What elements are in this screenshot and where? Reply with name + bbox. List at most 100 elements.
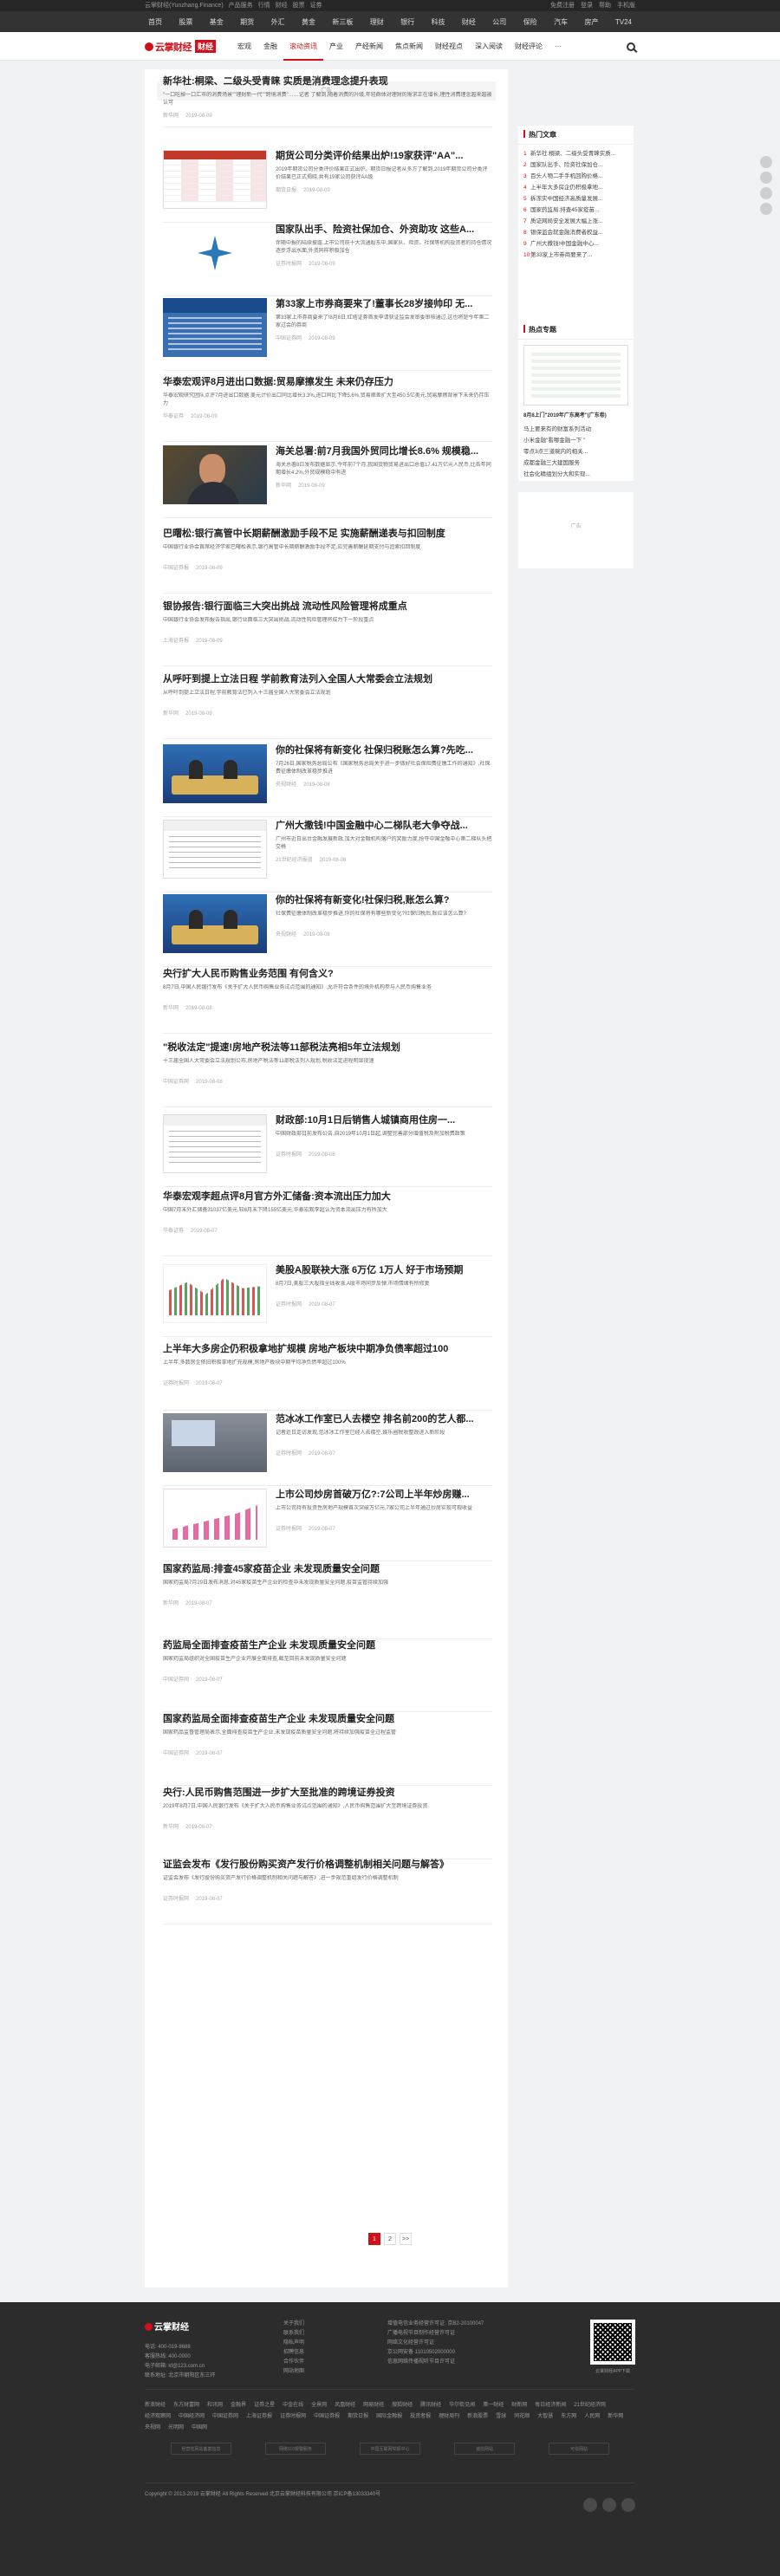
friend-link[interactable]: 大智慧 (537, 2411, 553, 2423)
friend-link[interactable]: 搜狐财经 (392, 2400, 413, 2411)
nav-tab[interactable]: 金融 (257, 32, 283, 61)
channel-link[interactable]: 期货 (240, 17, 254, 27)
friend-link[interactable]: 21世纪经济网 (574, 2400, 606, 2411)
trust-badge[interactable]: 经营性网站备案信息 (171, 2443, 231, 2455)
article-title[interactable]: 央行:人民币购售范围进一步扩大至批准的跨境证券投资 (163, 1787, 492, 1799)
topbar-account-link[interactable]: 手机版 (617, 3, 635, 9)
channel-link[interactable]: 理财 (370, 17, 384, 27)
friend-link[interactable]: 上海证券报 (246, 2411, 272, 2423)
article-title[interactable]: 华泰宏观李超点评8月官方外汇储备:资本流出压力加大 (163, 1191, 492, 1203)
nav-tab[interactable]: 产业 (323, 32, 349, 61)
channel-link[interactable]: 房产 (584, 17, 598, 27)
friend-link[interactable]: 证券之星 (254, 2400, 275, 2411)
article-title[interactable]: 财政部:10月1日后销售人城镇商用住房一... (276, 1114, 492, 1126)
friend-link[interactable]: 国际金融报 (376, 2411, 402, 2423)
search-icon[interactable] (627, 42, 635, 51)
footer-link[interactable]: 隐私声明 (283, 2339, 361, 2348)
friend-link[interactable]: 中国证券报 (314, 2411, 340, 2423)
footer-link[interactable]: 关于我们 (283, 2320, 361, 2329)
friend-link[interactable]: 人民网 (584, 2411, 600, 2423)
article-thumbnail[interactable] (163, 1413, 267, 1472)
nav-tab[interactable]: 深入阅读 (469, 32, 509, 61)
article-thumbnail[interactable] (163, 1114, 267, 1173)
friend-link[interactable]: 网易财经 (363, 2400, 384, 2411)
article-title[interactable]: 新华社:桐梁、二级头受青睐 实质是消费理念提升表现 (163, 75, 492, 88)
channel-link[interactable]: 财经 (462, 17, 476, 27)
friend-link[interactable]: 凤凰财经 (335, 2400, 355, 2411)
friend-link[interactable]: 雪球 (496, 2411, 506, 2423)
hot-article-item[interactable]: 6 国家药监局:排查45家疫苗... (523, 204, 628, 216)
topic-list-item[interactable]: 成都金融三大建国服务 (523, 457, 628, 469)
hot-article-item[interactable]: 2 国家队出手、险资社保加仓... (523, 159, 628, 171)
topbar-link[interactable]: 云掌财经(Yunzhang.Finance) (145, 3, 224, 9)
friend-link[interactable]: 金融界 (231, 2400, 246, 2411)
friend-link[interactable]: 全景网 (311, 2400, 327, 2411)
article-title[interactable]: 期货公司分类评价结果出炉!19家获评"AA"... (276, 150, 492, 162)
article-title[interactable]: "税收法定"提速!房地产税法等11部税法亮相5年立法规划 (163, 1041, 492, 1054)
friend-link[interactable]: 腾讯财经 (420, 2400, 441, 2411)
article-title[interactable]: 范冰冰工作室已人去楼空 排名前200的艺人都... (276, 1413, 492, 1425)
channel-link[interactable]: 首页 (148, 17, 162, 27)
friend-link[interactable]: 中国证券网 (212, 2411, 238, 2423)
topbar-account-link[interactable]: 帮助 (599, 3, 611, 9)
channel-link[interactable]: 公司 (492, 17, 506, 27)
friend-link[interactable]: 同花顺 (514, 2411, 530, 2423)
article-thumbnail[interactable] (163, 298, 267, 357)
qq-icon[interactable] (621, 2498, 635, 2512)
friend-link[interactable]: 中国经济网 (179, 2411, 205, 2423)
article-thumbnail[interactable] (163, 150, 267, 209)
nav-tab[interactable]: 宏观 (231, 32, 257, 61)
back-to-top-icon[interactable] (760, 203, 772, 215)
nav-tab[interactable]: 财经视点 (429, 32, 469, 61)
article-thumbnail[interactable] (163, 744, 267, 803)
channel-link[interactable]: 股票 (179, 17, 192, 27)
friend-link[interactable]: 证券时报网 (280, 2411, 306, 2423)
hot-article-item[interactable]: 9 广州大撒钱!中国金融中心... (523, 238, 628, 250)
article-title[interactable]: 海关总署:前7月我国外贸同比增长8.6% 规模稳... (276, 445, 492, 457)
article-title[interactable]: 银协报告:银行面临三大突出挑战 流动性风险管理将成重点 (163, 600, 492, 613)
topic-list-item[interactable]: 马上要来有的财富系列活动 (523, 424, 628, 435)
article-thumbnail[interactable] (163, 894, 267, 953)
site-logo[interactable]: 云掌财经 财经 (145, 38, 217, 55)
friend-link[interactable]: 财新网 (511, 2400, 527, 2411)
channel-link[interactable]: 黄金 (302, 17, 315, 27)
share-icon[interactable] (760, 156, 772, 168)
friend-link[interactable]: 华尔街见闻 (449, 2400, 475, 2411)
topbar-link[interactable]: 行情 (258, 3, 270, 9)
topic-caption[interactable]: 8月8上门"2019年广东高考"(广东卷) (518, 411, 634, 420)
friend-link[interactable]: 理财周刊 (439, 2411, 459, 2423)
trust-badge[interactable]: 可信网站 (549, 2443, 609, 2455)
topic-list-item[interactable]: 小米金融"看哪金融一下 " (523, 435, 628, 446)
friend-link[interactable]: 央视网 (145, 2423, 160, 2434)
hot-article-item[interactable]: 8 银保监会就金融消费者权益... (523, 227, 628, 238)
article-title[interactable]: 上市公司炒房首破万亿?:7公司上半年炒房赚... (276, 1489, 492, 1501)
article-title[interactable]: 国家药监局:排查45家疫苗企业 未发现质量安全问题 (163, 1563, 492, 1575)
nav-tab[interactable]: 产经新闻 (349, 32, 389, 61)
channel-link[interactable]: 外汇 (271, 17, 285, 27)
article-title[interactable]: 药监局全面排查疫苗生产企业 未发现质量安全问题 (163, 1639, 492, 1651)
article-title[interactable]: 证监会发布《发行股份购买资产发行价格调整机制相关问题与解答》 (163, 1859, 492, 1871)
article-thumbnail[interactable] (163, 224, 267, 282)
hot-article-item[interactable]: 10第33家上市券商要来了... (523, 250, 628, 261)
channel-link[interactable]: TV24 (615, 18, 632, 26)
article-title[interactable]: 第33家上市券商要来了!董事长28岁接帅印 无... (276, 298, 492, 310)
nav-tab[interactable]: 财经评论 (509, 32, 549, 61)
channel-link[interactable]: 科技 (432, 17, 445, 27)
topbar-link[interactable]: 财经 (276, 3, 288, 9)
article-title[interactable]: 从呼吁到提上立法日程 学前教育法列入全国人大常委会立法规划 (163, 673, 492, 685)
nav-tab[interactable]: 焦点新闻 (389, 32, 429, 61)
article-title[interactable]: 你的社保将有新变化!社保归税,账怎么算? (276, 894, 492, 906)
friend-link[interactable]: 东方网 (561, 2411, 576, 2423)
article-title[interactable]: 国家药监局全面排查疫苗生产企业 未发现质量安全问题 (163, 1713, 492, 1725)
article-thumbnail[interactable] (163, 1489, 267, 1548)
friend-link[interactable]: 光明网 (168, 2423, 184, 2434)
trust-badge[interactable]: 中国互联网举报中心 (360, 2443, 420, 2455)
footer-link[interactable]: 合作伙伴 (283, 2358, 361, 2367)
hot-article-item[interactable]: 1 新华社:桐梁、二级头受青睐实质... (523, 148, 628, 159)
article-title[interactable]: 巴曙松:银行高管中长期薪酬激励手段不足 实施薪酬递表与扣回制度 (163, 528, 492, 540)
article-title[interactable]: 广州大撒钱!中国金融中心二梯队老大争夺战... (276, 820, 492, 832)
article-thumbnail[interactable] (163, 820, 267, 879)
article-title[interactable]: 央行扩大人民币购售业务范围 有何含义? (163, 968, 492, 980)
article-thumbnail[interactable] (163, 1264, 267, 1323)
nav-tab[interactable]: 滚动资讯 (283, 32, 324, 61)
